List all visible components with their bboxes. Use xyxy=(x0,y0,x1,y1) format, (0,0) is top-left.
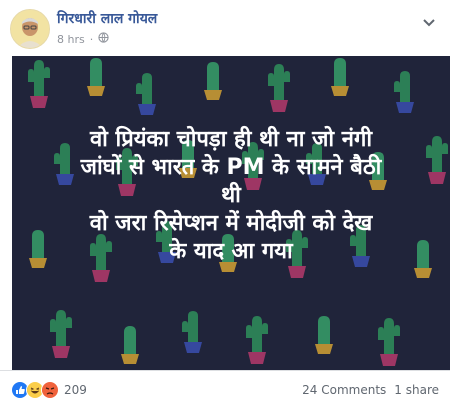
shares-link[interactable]: 1 share xyxy=(394,383,439,397)
image-caption: वो प्रियंका चोपड़ा ही थी ना जो नंगी जांघ… xyxy=(22,126,440,266)
post-image[interactable]: वो प्रियंका चोपड़ा ही थी ना जो नंगी जांघ… xyxy=(12,56,450,370)
caption-line-1: वो प्रियंका चोपड़ा ही थी ना जो नंगी xyxy=(89,127,373,152)
comments-link[interactable]: 24 Comments xyxy=(302,383,386,397)
reaction-count: 209 xyxy=(64,383,87,397)
post-timestamp[interactable]: 8 hrs xyxy=(57,33,85,46)
globe-icon[interactable] xyxy=(98,32,109,46)
meta-separator: · xyxy=(89,32,94,46)
reactions-summary[interactable]: 209 xyxy=(11,381,87,399)
post-footer: 209 24 Comments 1 share xyxy=(0,370,450,403)
caption-line-4: वो जरा रिसेप्शन में मोदीजी को देख xyxy=(89,211,373,236)
post-meta: 8 hrs · xyxy=(57,32,109,46)
caption-line-2: जांघों से भारत के PM के सामने बैठी xyxy=(80,155,382,180)
caption-line-5: के याद आ गया xyxy=(169,239,293,264)
angry-icon xyxy=(41,381,59,399)
post-header: गिरधारी लाल गोयल 8 hrs · xyxy=(0,0,450,56)
author-name[interactable]: गिरधारी लाल गोयल xyxy=(57,11,157,28)
chevron-down-icon[interactable] xyxy=(422,14,436,28)
caption-line-3: थी xyxy=(221,183,241,208)
avatar[interactable] xyxy=(10,9,50,49)
post-stats: 24 Comments 1 share xyxy=(302,383,439,397)
